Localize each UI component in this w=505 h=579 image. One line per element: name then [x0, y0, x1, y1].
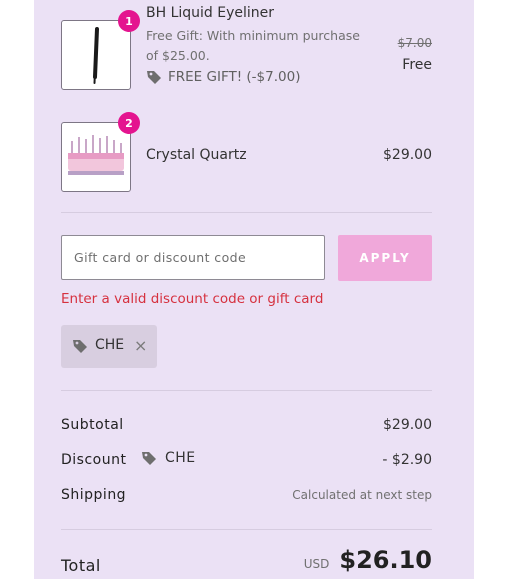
tag-icon	[73, 340, 87, 353]
divider	[61, 529, 432, 530]
product-thumbnail-brush-set	[61, 122, 131, 192]
shipping-label: Shipping	[61, 487, 127, 503]
item-discount-label: FREE GIFT! (-$7.00)	[168, 69, 301, 85]
discount-value: - $2.90	[382, 452, 432, 468]
discount-label: Discount	[61, 452, 127, 468]
apply-button[interactable]: APPLY	[338, 235, 432, 281]
product-name: BH Liquid Eyeliner	[146, 5, 275, 21]
summary-discount-code-text: CHE	[165, 450, 196, 466]
product-name: Crystal Quartz	[146, 147, 247, 163]
product-description-line: Free Gift: With minimum purchase	[146, 28, 360, 43]
original-price: $7.00	[397, 36, 432, 50]
brush-set-image	[68, 135, 124, 175]
summary-discount-code: CHE	[141, 450, 196, 466]
item-price: $29.00	[383, 147, 432, 163]
tag-icon	[147, 71, 161, 84]
total-value: $26.10	[339, 546, 432, 574]
applied-discount-code: CHE	[95, 337, 125, 353]
eyeliner-image	[93, 27, 99, 84]
applied-discount-chip: CHE ×	[61, 325, 157, 368]
quantity-badge: 2	[118, 112, 140, 134]
subtotal-value: $29.00	[383, 417, 432, 433]
subtotal-label: Subtotal	[61, 417, 124, 433]
discount-code-input[interactable]: Gift card or discount code	[61, 235, 325, 280]
currency-code: USD	[303, 557, 330, 571]
item-price: Free	[402, 57, 432, 73]
item-discount: FREE GIFT! (-$7.00)	[146, 69, 300, 85]
total-amount: USD $26.10	[304, 546, 432, 574]
total-label: Total	[61, 556, 101, 575]
remove-discount-button[interactable]: ×	[134, 336, 147, 355]
order-summary-panel: 1 BH Liquid Eyeliner Free Gift: With min…	[34, 0, 474, 579]
product-description-line: of $25.00.	[146, 48, 210, 63]
discount-code-placeholder: Gift card or discount code	[74, 250, 247, 265]
divider	[61, 390, 432, 391]
quantity-badge: 1	[118, 10, 140, 32]
tag-icon	[142, 452, 156, 465]
product-description: Free Gift: With minimum purchase of $25.…	[146, 26, 360, 66]
shipping-value: Calculated at next step	[292, 488, 432, 502]
divider	[61, 212, 432, 213]
discount-error-message: Enter a valid discount code or gift card	[61, 291, 324, 307]
product-thumbnail-eyeliner	[61, 20, 131, 90]
